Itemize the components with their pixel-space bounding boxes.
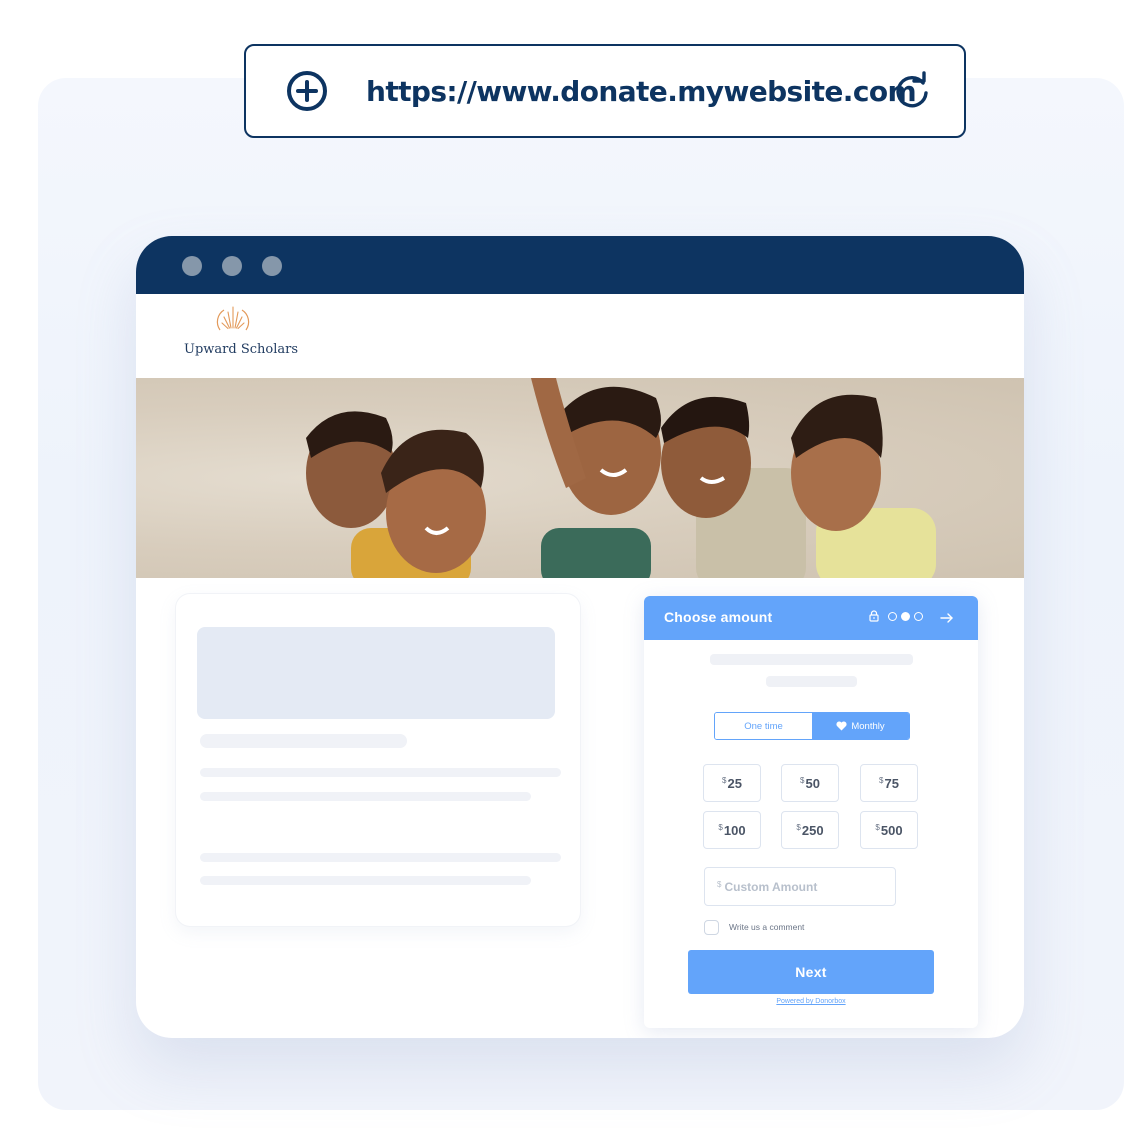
text-placeholder [710,654,913,665]
currency-symbol: $ [717,880,722,889]
amount-button-75[interactable]: $75 [860,764,918,802]
currency-symbol: $ [879,775,884,785]
amount-button-100[interactable]: $100 [703,811,761,849]
window-dot-minimize[interactable] [222,256,242,276]
browser-window: Upward Scholars Choose amount One time M… [136,236,1024,1038]
currency-symbol: $ [722,775,727,785]
one-time-label: One time [744,720,783,732]
amount-value: 500 [880,822,903,838]
step-dot-2 [901,611,910,621]
reload-icon[interactable] [892,71,932,111]
text-line-placeholder [200,853,561,862]
add-circle-icon[interactable] [286,70,328,112]
address-bar[interactable]: https://www.donate.mywebsite.com [244,44,966,138]
currency-symbol: $ [875,822,880,832]
hero-image [136,378,1024,578]
monthly-option[interactable]: Monthly [812,713,909,739]
step-indicator [868,610,923,622]
currency-symbol: $ [800,775,805,785]
window-titlebar [136,236,1024,294]
custom-amount-input[interactable]: $ Custom Amount [704,867,896,906]
form-title: Choose amount [664,609,773,625]
form-header: Choose amount [644,596,978,640]
window-dot-maximize[interactable] [262,256,282,276]
site-header: Upward Scholars [136,294,1024,378]
content-placeholder-card [176,594,580,926]
text-line-placeholder [200,792,531,801]
amount-button-50[interactable]: $50 [781,764,839,802]
text-line-placeholder [200,876,531,885]
amount-button-500[interactable]: $500 [860,811,918,849]
amount-value: 50 [805,775,820,791]
amount-value: 75 [884,775,899,791]
currency-symbol: $ [718,822,723,832]
step-dot-1 [888,611,897,621]
lock-icon [869,610,879,622]
heart-icon [836,721,847,731]
window-dot-close[interactable] [182,256,202,276]
text-line-placeholder [200,768,561,777]
monthly-label: Monthly [851,720,885,732]
title-placeholder [200,734,407,748]
text-placeholder [766,676,857,687]
custom-amount-placeholder: Custom Amount [724,879,818,894]
comment-label[interactable]: Write us a comment [729,922,804,932]
frequency-toggle: One time Monthly [714,712,910,740]
amount-value: 25 [727,775,742,791]
next-button[interactable]: Next [688,950,934,994]
currency-symbol: $ [796,822,801,832]
url-text[interactable]: https://www.donate.mywebsite.com [366,70,917,114]
donation-form: Choose amount One time Monthly $ 25 $ 50… [644,596,978,1028]
arrow-right-icon[interactable] [940,611,954,625]
amount-value: 250 [801,822,824,838]
comment-checkbox[interactable] [704,920,719,935]
amount-value: 100 [723,822,746,838]
amount-button-250[interactable]: $250 [781,811,839,849]
sunburst-logo-icon [216,306,250,331]
amount-button-25[interactable]: $25 [703,764,761,802]
step-dot-3 [914,611,923,621]
image-placeholder [197,627,555,719]
hero-photo-illustration [306,378,936,578]
powered-by-link[interactable]: Powered by Donorbox [644,998,978,1005]
org-name: Upward Scholars [184,342,299,357]
one-time-option[interactable]: One time [715,713,812,739]
